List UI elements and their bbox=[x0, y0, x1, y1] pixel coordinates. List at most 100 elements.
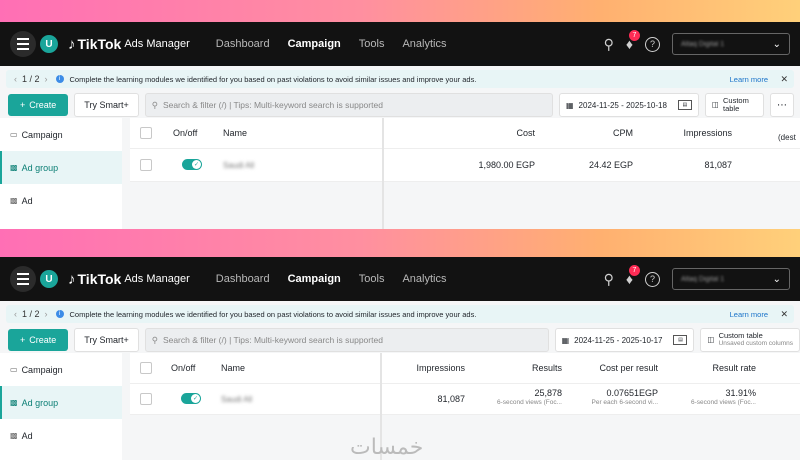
nav-campaign[interactable]: Campaign bbox=[288, 38, 341, 50]
row-impressions: 81,087 bbox=[437, 394, 465, 404]
bell-icon[interactable]: ♦ 7 bbox=[626, 265, 640, 287]
nav-campaign[interactable]: Campaign bbox=[288, 273, 341, 285]
plus-icon: + bbox=[20, 100, 26, 110]
top-nav: U ♪ TikTok Ads Manager Dashboard Campaig… bbox=[0, 257, 800, 301]
info-icon: i bbox=[55, 310, 64, 318]
header-results[interactable]: Results bbox=[480, 363, 562, 373]
date-range-picker[interactable]: ▦ 2024-11-25 - 2025-10-17 ▤ bbox=[554, 328, 695, 352]
nav-links: Dashboard Campaign Tools Analytics bbox=[216, 38, 447, 50]
row-cost-per-result: 0.07651EGP Per each 6-second vi... bbox=[591, 388, 658, 406]
notification-badge: 7 bbox=[629, 30, 640, 41]
compare-icon[interactable]: ▤ bbox=[677, 100, 692, 110]
header-impressions[interactable]: Impressions bbox=[385, 363, 465, 373]
tiktok-note-icon: ♪ bbox=[68, 35, 76, 53]
toolbar: + Create Try Smart+ ⚲ Search & filter (/)… bbox=[8, 328, 800, 352]
status-toggle[interactable]: ✓ bbox=[182, 159, 202, 170]
bell-icon[interactable]: ♦ 7 bbox=[626, 30, 640, 52]
data-table: On/off Name Impressions Results Cost per… bbox=[130, 353, 800, 460]
header-onoff[interactable]: On/off bbox=[173, 128, 197, 138]
sidebar-item-ad-group[interactable]: ▩ Ad group bbox=[0, 151, 122, 184]
help-icon[interactable]: ? bbox=[645, 271, 660, 287]
date-range-picker[interactable]: ▦ 2024-11-25 - 2025-10-18 ▤ bbox=[558, 93, 699, 117]
create-button[interactable]: + Create bbox=[8, 94, 69, 116]
try-smart-button[interactable]: Try Smart+ bbox=[74, 328, 139, 352]
search-input[interactable]: ⚲ Search & filter (/) | Tips: Multi-keyw… bbox=[144, 93, 553, 117]
chevron-right-icon[interactable]: › bbox=[45, 309, 48, 319]
header-cost[interactable]: Cost bbox=[470, 128, 535, 138]
sidebar-item-ad-group[interactable]: ▩ Ad group bbox=[0, 386, 122, 419]
nav-dashboard[interactable]: Dashboard bbox=[216, 273, 270, 285]
avatar[interactable]: U bbox=[40, 35, 58, 53]
nav-tools[interactable]: Tools bbox=[359, 38, 385, 50]
watermark: خمسات bbox=[350, 435, 424, 460]
learning-notice: ‹ 1 / 2 › i Complete the learning module… bbox=[6, 305, 794, 323]
account-selector[interactable]: Altaq Digital 1 ⌄ bbox=[672, 268, 790, 290]
row-checkbox[interactable] bbox=[140, 393, 152, 405]
sidebar-item-campaign[interactable]: ▭ Campaign bbox=[0, 118, 122, 151]
header-name[interactable]: Name bbox=[223, 128, 247, 138]
nav-analytics[interactable]: Analytics bbox=[402, 273, 446, 285]
search-input[interactable]: ⚲ Search & filter (/) | Tips: Multi-keyw… bbox=[144, 328, 549, 352]
row-name[interactable]: Saudi All bbox=[223, 161, 254, 170]
select-all-checkbox[interactable] bbox=[140, 127, 152, 139]
content-area: ▭ Campaign ▩ Ad group ▩ Ad On/off Name Cost… bbox=[0, 118, 800, 229]
avatar[interactable]: U bbox=[40, 270, 58, 288]
header-impressions[interactable]: Impressions bbox=[650, 128, 732, 138]
nav-analytics[interactable]: Analytics bbox=[402, 38, 446, 50]
search-icon[interactable]: ⚲ bbox=[604, 271, 614, 288]
tiktok-logo[interactable]: ♪ TikTok Ads Manager bbox=[68, 271, 190, 288]
header-onoff[interactable]: On/off bbox=[171, 363, 195, 373]
table-header: On/off Name Cost CPM Impressions (dest bbox=[130, 118, 800, 149]
tiktok-logo[interactable]: ♪ TikTok Ads Manager bbox=[68, 36, 190, 53]
create-button[interactable]: + Create bbox=[8, 329, 69, 351]
help-icon[interactable]: ? bbox=[645, 36, 660, 52]
account-selector[interactable]: Altaq Digital 1 ⌄ bbox=[672, 33, 790, 55]
row-results: 25,878 6-second views (Foc... bbox=[496, 388, 562, 406]
column-divider[interactable] bbox=[382, 118, 384, 229]
close-icon[interactable]: ✕ bbox=[780, 74, 788, 85]
notice-pager: ‹ 1 / 2 › bbox=[14, 74, 48, 84]
nav-dashboard[interactable]: Dashboard bbox=[216, 38, 270, 50]
learn-more-link[interactable]: Learn more bbox=[730, 310, 768, 319]
header-result-rate[interactable]: Result rate bbox=[670, 363, 756, 373]
row-cpm: 24.42 EGP bbox=[588, 160, 633, 170]
calendar-icon: ▦ bbox=[565, 100, 574, 110]
sidebar-item-ad[interactable]: ▩ Ad bbox=[0, 184, 122, 217]
close-icon[interactable]: ✕ bbox=[780, 309, 788, 320]
table-row[interactable]: ✓ Saudi All 81,087 25,878 6-second views… bbox=[130, 384, 800, 415]
header-cpm[interactable]: CPM bbox=[570, 128, 633, 138]
header-name[interactable]: Name bbox=[221, 363, 245, 373]
row-checkbox[interactable] bbox=[140, 159, 152, 171]
chevron-left-icon[interactable]: ‹ bbox=[14, 309, 17, 319]
menu-icon[interactable] bbox=[10, 31, 36, 57]
tiktok-note-icon: ♪ bbox=[68, 270, 76, 288]
more-options-button[interactable]: ⋯ bbox=[770, 93, 794, 117]
status-toggle[interactable]: ✓ bbox=[181, 393, 201, 404]
row-name[interactable]: Saudi All bbox=[221, 395, 252, 404]
ad-group-icon: ▩ bbox=[10, 398, 18, 407]
chevron-left-icon[interactable]: ‹ bbox=[14, 74, 17, 84]
search-icon: ⚲ bbox=[151, 334, 158, 345]
compare-icon[interactable]: ▤ bbox=[673, 335, 688, 345]
level-sidebar: ▭ Campaign ▩ Ad group ▩ Ad bbox=[0, 118, 122, 229]
notification-badge: 7 bbox=[629, 265, 640, 276]
chevron-down-icon: ⌄ bbox=[772, 38, 781, 50]
nav-tools[interactable]: Tools bbox=[359, 273, 385, 285]
header-cost-per-result[interactable]: Cost per result bbox=[570, 363, 658, 373]
learn-more-link[interactable]: Learn more bbox=[730, 75, 768, 84]
table-row[interactable]: ✓ Saudi All 1,980.00 EGP 24.42 EGP 81,08… bbox=[130, 149, 800, 182]
chevron-down-icon: ⌄ bbox=[772, 273, 781, 285]
search-icon: ⚲ bbox=[151, 99, 158, 110]
try-smart-button[interactable]: Try Smart+ bbox=[74, 93, 139, 117]
chevron-right-icon[interactable]: › bbox=[45, 74, 48, 84]
search-icon[interactable]: ⚲ bbox=[604, 36, 614, 53]
custom-table-button[interactable]: ◫ Custom table Unsaved custom columns bbox=[700, 328, 800, 352]
sidebar-item-campaign[interactable]: ▭ Campaign bbox=[0, 353, 122, 386]
menu-icon[interactable] bbox=[10, 266, 36, 292]
select-all-checkbox[interactable] bbox=[140, 362, 152, 374]
header-dest[interactable]: (dest bbox=[778, 133, 796, 142]
custom-table-button[interactable]: ◫ Custom table bbox=[704, 93, 764, 117]
notice-pager: ‹ 1 / 2 › bbox=[14, 309, 48, 319]
learning-notice: ‹ 1 / 2 › i Complete the learning module… bbox=[6, 70, 794, 88]
sidebar-item-ad[interactable]: ▩ Ad bbox=[0, 419, 122, 452]
